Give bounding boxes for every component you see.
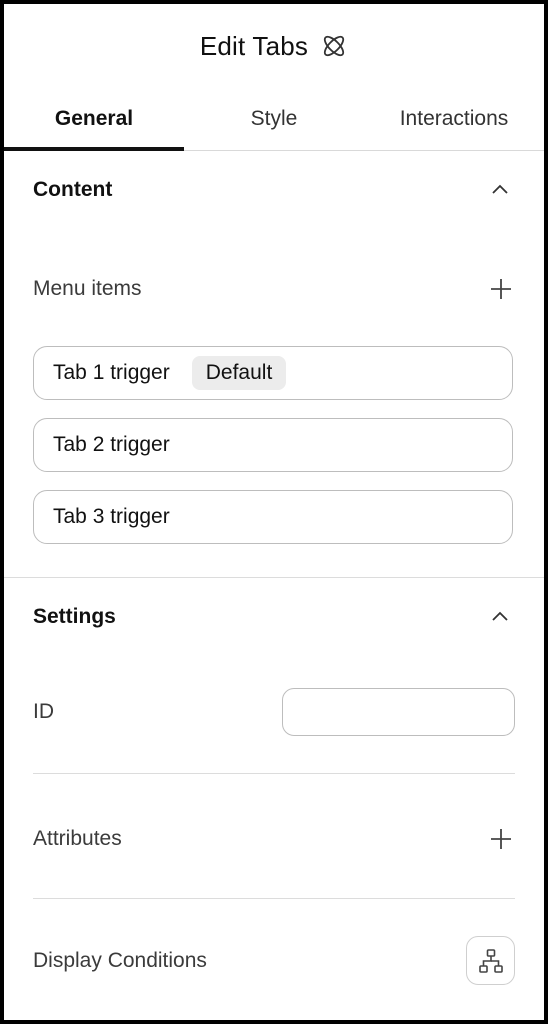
atom-icon[interactable] — [320, 32, 348, 60]
tab-general[interactable]: General — [4, 88, 184, 151]
id-label: ID — [33, 700, 54, 723]
id-input[interactable] — [282, 688, 515, 736]
row-divider — [33, 773, 515, 774]
row-divider — [33, 898, 515, 899]
settings-section-title: Settings — [33, 605, 116, 628]
tab-style[interactable]: Style — [184, 88, 364, 150]
panel-title: Edit Tabs — [199, 30, 309, 61]
display-conditions-button[interactable] — [466, 936, 515, 985]
tab-bar: General Style Interactions — [4, 88, 544, 151]
display-conditions-row: Display Conditions — [33, 936, 515, 985]
edit-tabs-panel: Edit Tabs General Style Interactions Con… — [4, 4, 544, 1020]
content-section-title: Content — [33, 178, 113, 201]
tab-interactions[interactable]: Interactions — [364, 88, 544, 150]
panel-header: Edit Tabs — [4, 4, 544, 88]
menu-items-label: Menu items — [33, 277, 142, 300]
default-badge: Default — [191, 356, 287, 390]
add-attribute-icon[interactable] — [487, 825, 515, 853]
settings-section-header[interactable]: Settings — [4, 597, 544, 637]
add-menu-item-icon[interactable] — [487, 275, 515, 303]
menu-items-row: Menu items — [33, 272, 515, 306]
menu-item-tab-1[interactable]: Tab 1 trigger Default — [33, 346, 513, 400]
section-divider — [4, 577, 544, 578]
content-section-header[interactable]: Content — [4, 170, 544, 210]
menu-item-tab-2[interactable]: Tab 2 trigger — [33, 418, 513, 472]
menu-item-label: Tab 3 trigger — [53, 505, 170, 528]
menu-item-label: Tab 2 trigger — [53, 433, 170, 456]
sitemap-icon — [478, 948, 504, 974]
menu-item-tab-3[interactable]: Tab 3 trigger — [33, 490, 513, 544]
attributes-row: Attributes — [33, 822, 515, 856]
display-conditions-label: Display Conditions — [33, 948, 207, 972]
attributes-label: Attributes — [33, 827, 122, 850]
chevron-up-icon[interactable] — [488, 605, 512, 629]
menu-item-label: Tab 1 trigger — [53, 361, 170, 384]
chevron-up-icon[interactable] — [488, 178, 512, 202]
